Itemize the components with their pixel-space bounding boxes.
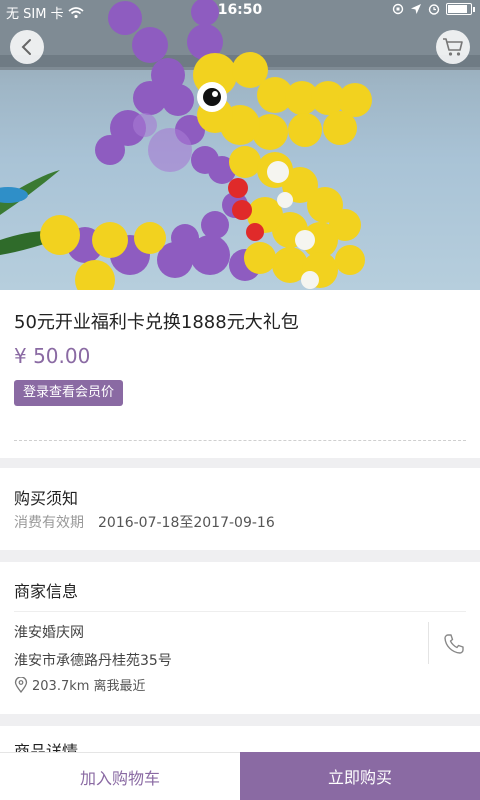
divider [14,611,466,612]
product-price: ¥ 50.00 [14,344,91,368]
orientation-lock-icon [392,3,404,15]
status-bar: 无 SIM 卡 16:50 [0,0,480,24]
battery-icon [446,3,475,15]
cart-button[interactable] [436,30,470,64]
dashed-divider [14,440,466,441]
add-to-cart-button[interactable]: 加入购物车 [0,752,240,800]
validity-row: 消费有效期 2016-07-18至2017-09-16 [14,512,275,532]
shopping-cart-icon [443,38,463,56]
back-button[interactable] [10,30,44,64]
chevron-left-icon [21,39,31,55]
validity-value: 2016-07-18至2017-09-16 [98,515,275,531]
bottom-action-bar: 加入购物车 立即购买 [0,752,480,800]
vertical-divider [428,622,429,664]
location-pin-icon [14,676,28,693]
buy-now-button[interactable]: 立即购买 [240,752,480,800]
phone-icon [444,634,464,654]
merchant-name[interactable]: 淮安婚庆网 [14,622,84,642]
product-title: 50元开业福利卡兑换1888元大礼包 [14,312,299,333]
product-hero-image [0,0,480,290]
product-info-card: 50元开业福利卡兑换1888元大礼包 ¥ 50.00 登录查看会员价 [0,290,480,458]
alarm-icon [428,4,440,15]
member-price-button[interactable]: 登录查看会员价 [14,380,124,406]
merchant-address: 淮安市承德路丹桂苑35号 [14,653,172,669]
merchant-info-title: 商家信息 [14,582,79,601]
battery-level [448,5,467,13]
merchant-distance: 203.7km 离我最近 [14,675,146,694]
balloon-giraffe-photo [0,0,480,290]
validity-label: 消费有效期 [14,515,84,531]
merchant-info-card: 商家信息 淮安婚庆网 淮安市承德路丹桂苑35号 203.7km 离我最近 [0,562,480,714]
location-arrow-icon [411,4,421,14]
purchase-notice-card: 购买须知 消费有效期 2016-07-18至2017-09-16 [0,468,480,550]
distance-text: 203.7km 离我最近 [32,679,146,694]
status-icons [392,3,475,15]
call-merchant-button[interactable] [440,630,468,658]
purchase-notice-title: 购买须知 [14,489,79,508]
